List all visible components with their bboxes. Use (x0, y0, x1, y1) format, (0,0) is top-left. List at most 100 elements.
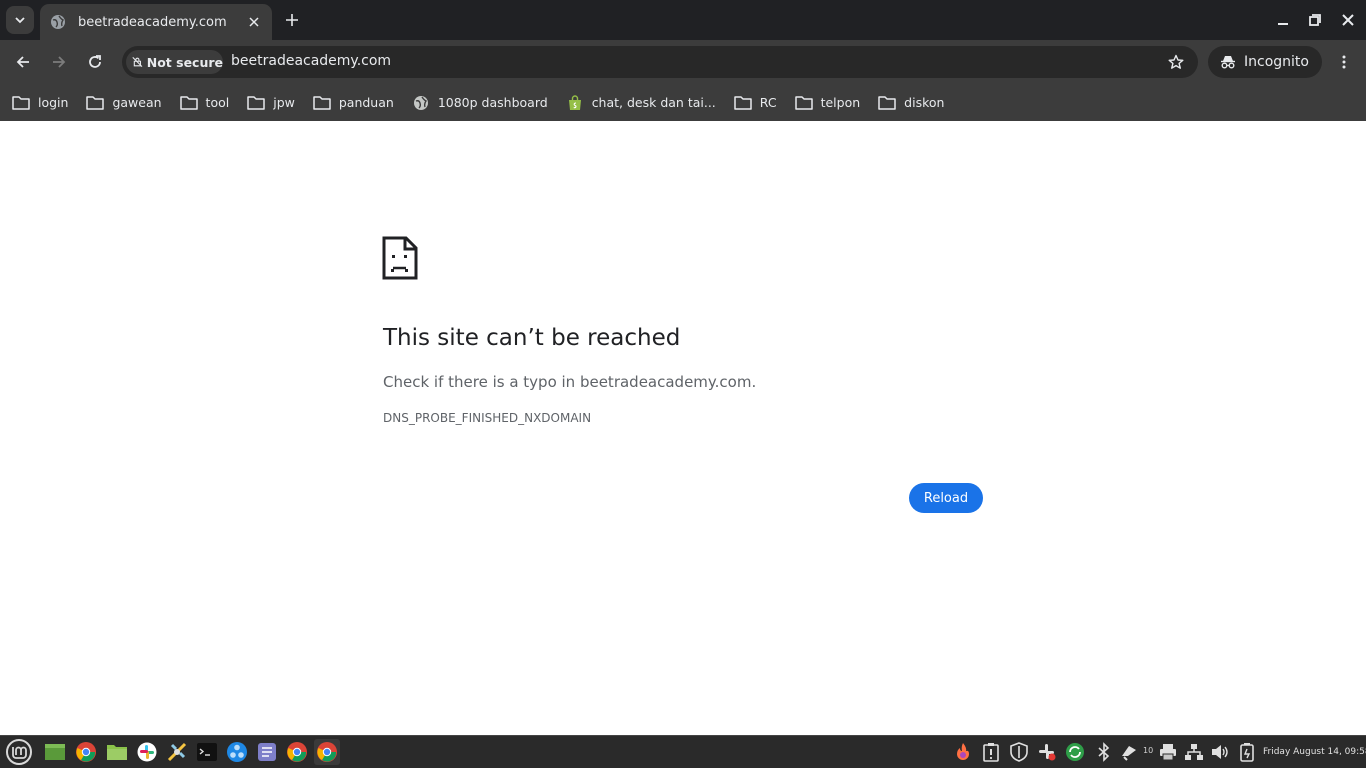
bookmark-rc[interactable]: RC (728, 89, 783, 117)
printer-icon (1160, 744, 1176, 761)
url-text[interactable]: beetradeacademy.com (231, 53, 391, 69)
folder-icon (107, 745, 127, 760)
arrow-right-icon (53, 56, 66, 68)
taskbar-slack[interactable] (134, 739, 160, 765)
tray-sync[interactable] (1064, 741, 1086, 763)
minimize-button[interactable] (1271, 8, 1295, 32)
browser-menu-button[interactable] (1330, 48, 1358, 76)
error-title: This site can’t be reached (383, 325, 681, 351)
tray-battery[interactable] (1236, 741, 1258, 763)
taskbar-chrome-active[interactable] (314, 739, 340, 765)
tray-volume[interactable] (1209, 741, 1231, 763)
slack-icon (137, 742, 157, 762)
chrome-icon (287, 742, 307, 762)
tab-close-button[interactable] (244, 12, 264, 32)
incognito-badge[interactable]: Incognito (1208, 46, 1322, 78)
taskbar-clock[interactable]: Friday August 14, 09:58 (1263, 747, 1366, 757)
bookmark-label: jpw (273, 95, 295, 110)
satellite-icon (167, 742, 187, 762)
plus-icon (286, 14, 298, 26)
app-icon (227, 742, 247, 762)
maximize-button[interactable] (1303, 8, 1327, 32)
bookmark-telpon[interactable]: telpon (789, 89, 867, 117)
star-icon (1168, 54, 1184, 69)
taskbar-files[interactable] (104, 739, 130, 765)
folder-icon (86, 95, 105, 111)
toolbar: Not secure beetradeacademy.com Incognito (0, 40, 1366, 84)
tray-printer[interactable] (1157, 741, 1179, 763)
close-icon (249, 17, 259, 27)
bookmark-chat-desk[interactable]: chat, desk dan tai... (560, 89, 722, 117)
back-button[interactable] (9, 48, 37, 76)
chrome-icon (317, 742, 337, 762)
volume-icon (1212, 745, 1228, 759)
reload-icon (89, 55, 101, 68)
error-description: Check if there is a typo in beetradeacad… (383, 373, 757, 391)
restore-icon (1309, 14, 1321, 26)
taskbar: 10 Friday August 14, 09:58 (0, 735, 1366, 768)
taskbar-text-editor[interactable] (254, 739, 280, 765)
tab-active[interactable]: beetradeacademy.com (40, 4, 272, 40)
bookmark-tool[interactable]: tool (174, 89, 236, 117)
incognito-label: Incognito (1244, 54, 1309, 70)
bookmark-label: chat, desk dan tai... (591, 95, 716, 110)
flame-icon (957, 743, 969, 760)
folder-icon (12, 95, 30, 111)
bookmark-label: tool (205, 95, 230, 110)
tray-network[interactable] (1183, 741, 1205, 763)
folder-icon (734, 95, 752, 111)
close-window-button[interactable] (1336, 8, 1360, 32)
bookmark-1080p-dashboard[interactable]: 1080p dashboard (406, 89, 554, 117)
incognito-icon (1221, 56, 1235, 69)
notification-icon (1122, 746, 1136, 761)
close-icon (1342, 14, 1354, 26)
tab-search-button[interactable] (6, 6, 34, 34)
security-chip[interactable]: Not secure (126, 50, 223, 74)
kebab-menu-icon (1342, 55, 1346, 69)
bookmark-star-button[interactable] (1166, 52, 1186, 72)
battery-icon (1240, 743, 1254, 762)
tray-clipboard[interactable] (980, 741, 1002, 763)
forward-button[interactable] (45, 48, 73, 76)
new-tab-button[interactable] (280, 8, 304, 32)
tab-strip: beetradeacademy.com (0, 0, 1366, 40)
bookmark-jpw[interactable]: jpw (241, 89, 301, 117)
globe-icon (50, 14, 66, 30)
shopify-bag-icon (566, 94, 584, 111)
mint-logo-icon (6, 739, 32, 765)
chrome-icon (76, 742, 96, 762)
bookmark-label: RC (759, 95, 777, 110)
taskbar-app-tool[interactable] (164, 739, 190, 765)
taskbar-chrome-1[interactable] (73, 739, 99, 765)
bookmark-label: panduan (338, 95, 394, 110)
bookmark-label: login (38, 95, 69, 110)
globe-icon (412, 95, 430, 111)
bookmark-diskon[interactable]: diskon (872, 89, 950, 117)
reload-button[interactable] (81, 48, 109, 76)
tray-slack[interactable] (1036, 741, 1058, 763)
tray-shield[interactable] (1008, 741, 1030, 763)
taskbar-app-blue[interactable] (224, 739, 250, 765)
security-label: Not secure (146, 54, 223, 70)
taskbar-terminal[interactable] (194, 739, 220, 765)
tray-notifications[interactable] (1118, 741, 1140, 763)
error-code: DNS_PROBE_FINISHED_NXDOMAIN (383, 411, 592, 425)
clipboard-alert-icon (983, 743, 999, 762)
reload-page-button[interactable]: Reload (909, 483, 983, 513)
folder-icon (878, 95, 896, 111)
address-bar[interactable]: Not secure beetradeacademy.com (122, 46, 1198, 78)
bookmarks-bar: login gawean tool jpw panduan 1080p dash… (0, 84, 1366, 121)
bookmark-label: diskon (904, 95, 945, 110)
tray-bluetooth[interactable] (1093, 741, 1115, 763)
folder-icon (179, 95, 198, 111)
start-menu-button[interactable] (4, 739, 34, 765)
minimize-icon (1278, 23, 1288, 25)
taskbar-show-desktop[interactable] (42, 739, 68, 765)
bookmark-panduan[interactable]: panduan (307, 89, 400, 117)
arrow-left-icon (16, 56, 29, 68)
folder-icon (247, 95, 265, 111)
bookmark-gawean[interactable]: gawean (80, 89, 167, 117)
tray-flame[interactable] (952, 741, 974, 763)
bookmark-login[interactable]: login (6, 89, 74, 117)
taskbar-chrome-2[interactable] (284, 739, 310, 765)
